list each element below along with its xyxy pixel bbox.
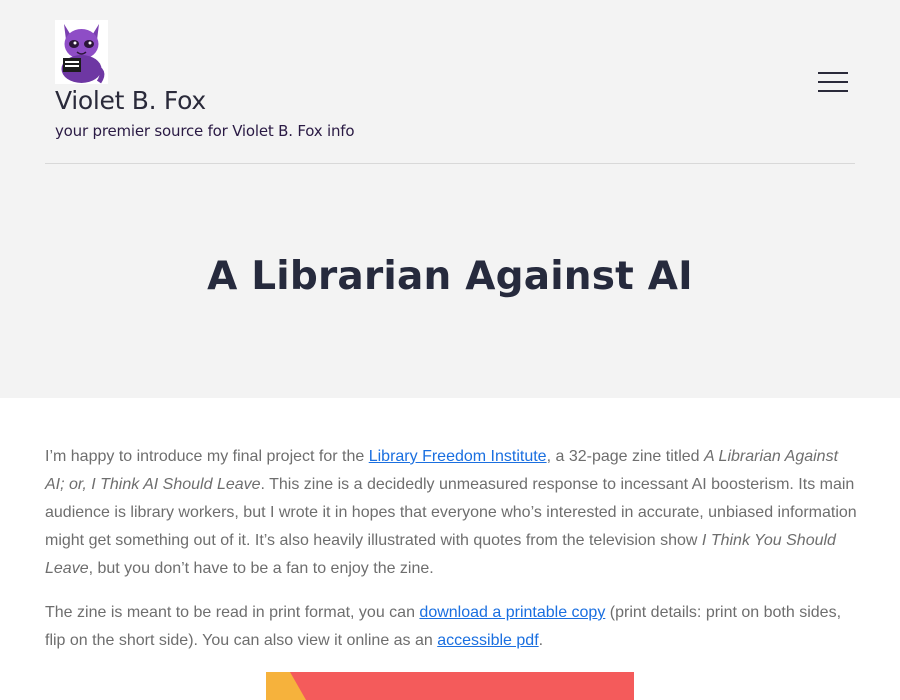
zine-cover-image[interactable] (266, 672, 634, 700)
paragraph-text: I’m happy to introduce my final project … (45, 448, 369, 465)
site-title[interactable]: Violet B. Fox (55, 86, 206, 115)
paragraph-text: The zine is meant to be read in print fo… (45, 604, 420, 621)
purple-fox-with-book-icon (61, 24, 105, 84)
paragraph-text: , but you don’t have to be a fan to enjo… (88, 560, 434, 577)
paragraph-text: . (538, 632, 544, 649)
cover-accent-shape (266, 672, 306, 700)
printable-copy-link[interactable]: download a printable copy (419, 604, 605, 621)
menu-button[interactable] (810, 66, 856, 98)
article-content: I’m happy to introduce my final project … (45, 443, 860, 671)
site-logo[interactable] (55, 20, 108, 84)
download-paragraph: The zine is meant to be read in print fo… (45, 599, 860, 655)
site-header: Violet B. Fox your premier source for Vi… (0, 0, 900, 398)
intro-paragraph: I’m happy to introduce my final project … (45, 443, 860, 583)
accessible-pdf-link[interactable]: accessible pdf (437, 632, 538, 649)
paragraph-text: , a 32-page zine titled (546, 448, 705, 465)
header-divider (45, 163, 855, 164)
page-title: A Librarian Against AI (207, 254, 693, 299)
site-tagline: your premier source for Violet B. Fox in… (55, 122, 355, 140)
library-freedom-institute-link[interactable]: Library Freedom Institute (369, 448, 547, 465)
